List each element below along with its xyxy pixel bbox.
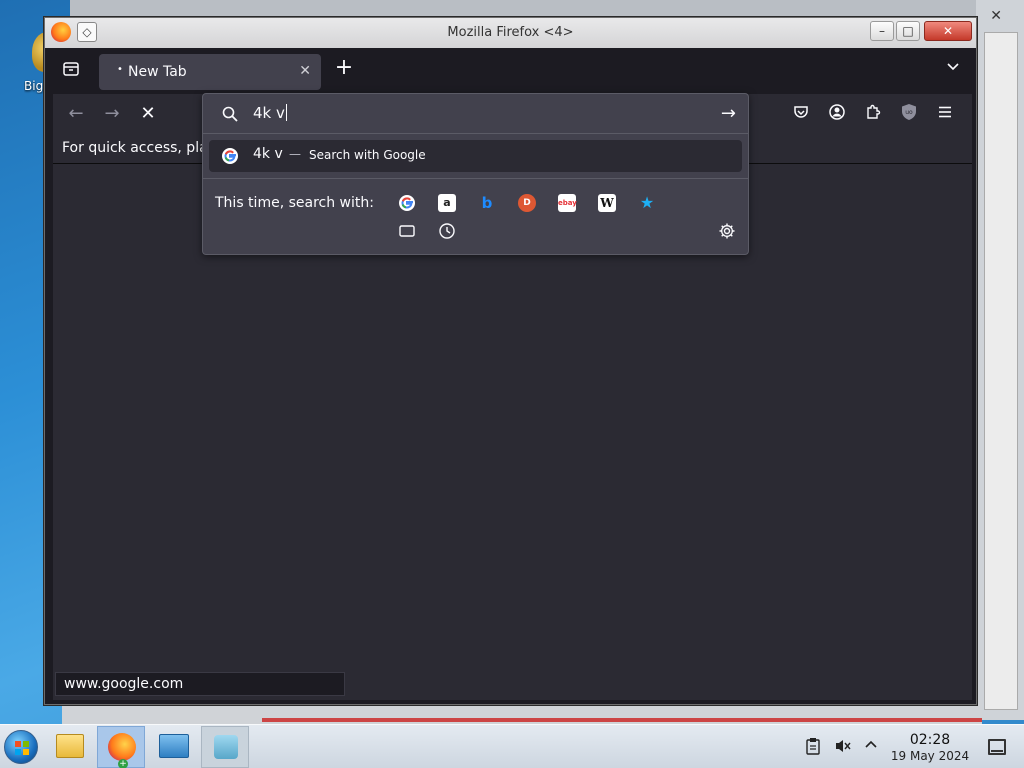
suggestion-separator: — (289, 147, 301, 161)
firefox-icon (108, 733, 136, 761)
window-title: Mozilla Firefox <4> (447, 25, 574, 40)
clock-date[interactable]: 19 May 2024 (882, 749, 978, 763)
firefox-view-icon (63, 62, 79, 76)
notification-badge: + (118, 759, 128, 768)
show-desktop-button[interactable] (988, 739, 1006, 755)
ebay-icon: ebay (558, 199, 577, 207)
clock-time[interactable]: 02:28 (892, 732, 968, 748)
bing-search-button[interactable]: b (478, 194, 496, 212)
hamburger-menu-icon (939, 106, 951, 118)
google-search-button[interactable] (398, 194, 416, 212)
amazon-icon: a (443, 196, 451, 209)
history-search-button[interactable] (438, 222, 456, 240)
tab-icon (399, 225, 415, 237)
forward-button[interactable]: → (101, 103, 123, 125)
minimize-button[interactable]: – (870, 21, 894, 41)
start-button[interactable] (4, 730, 38, 764)
account-button[interactable] (826, 103, 848, 125)
google-icon (222, 148, 238, 164)
svg-text:uo: uo (905, 109, 913, 116)
search-icon (222, 106, 238, 122)
tab-label: New Tab (128, 64, 187, 80)
background-window: ✕ (976, 0, 1024, 720)
window-titlebar[interactable]: ◇ Mozilla Firefox <4> – □ ✕ (45, 18, 976, 48)
tab-loading-dot: • (117, 64, 123, 75)
search-suggestion-row[interactable]: 4k v — Search with Google (209, 140, 742, 172)
volume-tray-button[interactable] (834, 737, 852, 757)
puzzle-icon (867, 104, 881, 119)
account-icon (829, 104, 845, 120)
urlbar-text[interactable]: 4k v (253, 104, 287, 122)
suggestion-query: 4k v (253, 146, 283, 162)
gear-icon[interactable] (718, 222, 736, 240)
list-all-tabs-button[interactable] (946, 60, 960, 78)
update-manager-icon (214, 735, 238, 759)
progress-bar (262, 718, 982, 722)
control-panel-icon (159, 734, 189, 758)
tab-close-icon[interactable]: ✕ (299, 63, 311, 79)
close-icon[interactable]: ✕ (990, 8, 1002, 24)
back-button[interactable]: ← (65, 103, 87, 125)
clipboard-tray-button[interactable] (804, 737, 822, 757)
stop-button[interactable]: ✕ (137, 103, 159, 125)
clipboard-icon (806, 738, 820, 755)
new-tab-button[interactable]: + (333, 57, 355, 80)
extensions-button[interactable] (862, 103, 884, 125)
status-panel: www.google.com (55, 672, 345, 696)
shield-icon: uo (902, 104, 916, 120)
tab-bar: • New Tab ✕ + (53, 50, 972, 90)
duckduckgo-search-button[interactable]: D (518, 194, 536, 212)
text-caret (285, 104, 287, 121)
chevron-up-icon (865, 740, 877, 748)
amazon-search-button[interactable]: a (438, 194, 456, 212)
urlbar-dropdown: 4k v → 4k v — Search with Google This ti… (202, 93, 749, 255)
maximize-button[interactable]: □ (896, 21, 920, 41)
speaker-muted-icon (836, 740, 851, 752)
close-window-button[interactable]: ✕ (924, 21, 972, 41)
wikipedia-search-button[interactable]: W (598, 194, 616, 212)
one-off-search-label: This time, search with: (215, 195, 374, 211)
show-hidden-icons-button[interactable] (862, 737, 880, 757)
background-window-content (984, 32, 1018, 710)
taskbar-file-manager[interactable] (46, 726, 94, 768)
firefox-view-button[interactable] (61, 60, 81, 80)
taskbar-settings[interactable] (150, 726, 198, 768)
clock-icon (439, 223, 455, 239)
pocket-icon (794, 106, 808, 118)
taskbar-updater[interactable] (201, 726, 249, 768)
taskbar: + 02:28 19 May 2024 (0, 724, 1024, 768)
folder-icon (56, 734, 84, 758)
taskbar-firefox[interactable]: + (97, 726, 145, 768)
urlbar-value: 4k v (253, 104, 285, 122)
windows-logo-icon (15, 741, 29, 755)
app-menu-button[interactable] (934, 103, 956, 125)
star-icon: ★ (639, 193, 655, 212)
divider (203, 178, 748, 179)
wikipedia-icon: W (600, 196, 614, 210)
urlbar-input[interactable]: 4k v → (203, 94, 748, 134)
chevron-down-icon (947, 63, 959, 71)
status-url: www.google.com (64, 676, 184, 692)
google-icon (399, 195, 415, 211)
ebay-search-button[interactable]: ebay (558, 194, 577, 212)
bing-icon: b (481, 194, 493, 212)
pocket-button[interactable] (790, 103, 812, 125)
ublock-button[interactable]: uo (898, 103, 920, 125)
tabs-search-button[interactable] (398, 222, 416, 240)
bookmarks-hint-text: For quick access, plac (62, 140, 216, 156)
bookmarks-search-button[interactable]: ★ (638, 194, 656, 212)
duckduckgo-icon: D (523, 198, 531, 208)
tab-new-tab[interactable]: • New Tab ✕ (99, 54, 321, 90)
suggestion-action: Search with Google (309, 148, 426, 162)
go-button[interactable]: → (721, 103, 736, 124)
